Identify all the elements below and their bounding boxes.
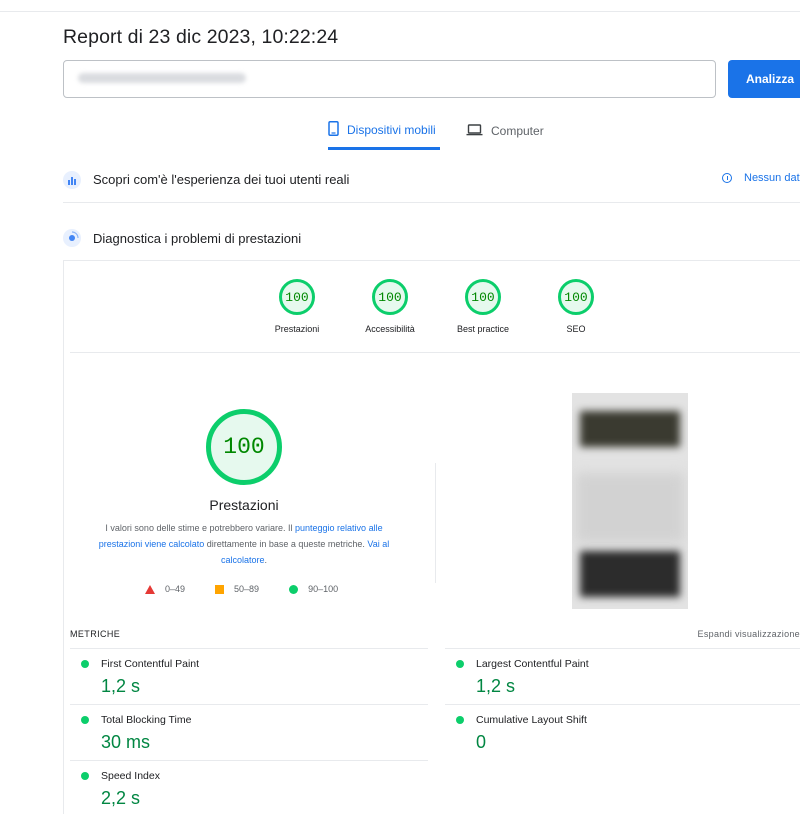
gauge-label: Accessibilità: [365, 324, 415, 334]
legend-range: 50–89: [234, 584, 260, 594]
desc-text: direttamente in base a queste metriche.: [204, 539, 368, 549]
legend-item-pass: 90–100: [289, 584, 338, 594]
analyze-button[interactable]: Analizza: [728, 60, 800, 98]
report-card: 100 Prestazioni 100 Accessibilità 100 Be…: [63, 260, 800, 814]
expand-view-toggle[interactable]: Espandi visualizzazione: [698, 629, 800, 639]
gauge-score: 100: [558, 279, 594, 315]
vertical-divider: [435, 463, 436, 583]
square-icon: [215, 584, 225, 594]
no-data-link[interactable]: Nessun dat: [722, 172, 800, 184]
gauge-score: 100: [465, 279, 501, 315]
info-icon: [722, 173, 732, 183]
top-divider: [0, 11, 800, 12]
metric-value: 0: [476, 732, 487, 752]
gauge-accessibility[interactable]: 100 Accessibilità: [345, 279, 435, 334]
metric-lcp: Largest Contentful Paint 1,2 s: [445, 648, 800, 704]
laptop-icon: [466, 123, 483, 139]
report-title: Report di 23 dic 2023, 10:22:24: [63, 26, 339, 48]
legend-item-fail: 0–49: [145, 584, 185, 594]
metrics-heading: METRICHE: [70, 629, 121, 639]
metric-speed-index: Speed Index 2,2 s: [70, 760, 428, 814]
users-chart-icon: [63, 170, 81, 189]
triangle-icon: [145, 584, 155, 594]
blurred-header-region: [580, 411, 680, 447]
metrics-header: METRICHE Espandi visualizzazione: [70, 629, 800, 639]
gauge-best-practices[interactable]: 100 Best practice: [438, 279, 528, 334]
gauges-divider: [70, 352, 800, 353]
metric-name: Speed Index: [101, 770, 160, 782]
legend-range: 0–49: [165, 584, 186, 594]
gauge-label: SEO: [566, 324, 586, 334]
metric-name: Cumulative Layout Shift: [476, 714, 587, 726]
pass-dot-icon: [81, 772, 89, 780]
device-tabs: Dispositivi mobili Computer: [0, 116, 800, 150]
score-legend: 0–49 50–89 90–100: [145, 584, 368, 594]
metric-value: 1,2 s: [476, 676, 516, 696]
crux-label: Scopri com'è l'esperienza dei tuoi utent…: [93, 172, 350, 187]
diagnostics-section: Diagnostica i problemi di prestazioni: [63, 215, 800, 261]
gauge-score: 100: [372, 279, 408, 315]
blurred-url-text: [78, 73, 246, 83]
pass-dot-icon: [456, 716, 464, 724]
metric-name: Total Blocking Time: [101, 714, 192, 726]
blurred-content-region: [576, 473, 684, 543]
smartphone-icon: [328, 120, 339, 139]
gauge-label: Best practice: [456, 324, 510, 334]
metric-value: 1,2 s: [101, 676, 141, 696]
performance-score-gauge: 100: [206, 409, 282, 485]
tab-desktop[interactable]: Computer: [466, 116, 566, 150]
tab-mobile[interactable]: Dispositivi mobili: [328, 116, 440, 150]
desc-text: .: [264, 555, 268, 565]
circle-icon: [289, 584, 299, 594]
tab-desktop-label: Computer: [491, 124, 544, 138]
legend-range: 90–100: [308, 584, 339, 594]
metric-cls: Cumulative Layout Shift 0: [445, 704, 800, 760]
metric-fcp: First Contentful Paint 1,2 s: [70, 648, 428, 704]
metric-name: First Contentful Paint: [101, 658, 200, 670]
metric-value: 2,2 s: [101, 788, 141, 808]
metric-tbt: Total Blocking Time 30 ms: [70, 704, 428, 760]
no-data-label: Nessun dat: [744, 172, 800, 184]
metric-name: Largest Contentful Paint: [476, 658, 589, 670]
crux-section: Scopri com'è l'esperienza dei tuoi utent…: [63, 157, 800, 203]
page-screenshot-thumbnail: [572, 393, 688, 609]
pass-dot-icon: [81, 660, 89, 668]
performance-label: Prestazioni: [209, 497, 279, 513]
tab-mobile-label: Dispositivi mobili: [347, 122, 436, 137]
pass-dot-icon: [81, 716, 89, 724]
gauge-score: 100: [279, 279, 315, 315]
desc-text: I valori sono delle stime e potrebbero v…: [105, 523, 296, 533]
pass-dot-icon: [456, 660, 464, 668]
gauge-seo[interactable]: 100 SEO: [531, 279, 621, 334]
legend-item-average: 50–89: [215, 584, 259, 594]
lighthouse-icon: [63, 229, 81, 247]
gauge-label: Prestazioni: [274, 324, 320, 334]
performance-description: I valori sono delle stime e potrebbero v…: [90, 520, 398, 568]
gauge-performance[interactable]: 100 Prestazioni: [252, 279, 342, 334]
metric-value: 30 ms: [101, 732, 151, 752]
blurred-footer-region: [580, 551, 680, 597]
diagnostics-label: Diagnostica i problemi di prestazioni: [93, 230, 302, 246]
